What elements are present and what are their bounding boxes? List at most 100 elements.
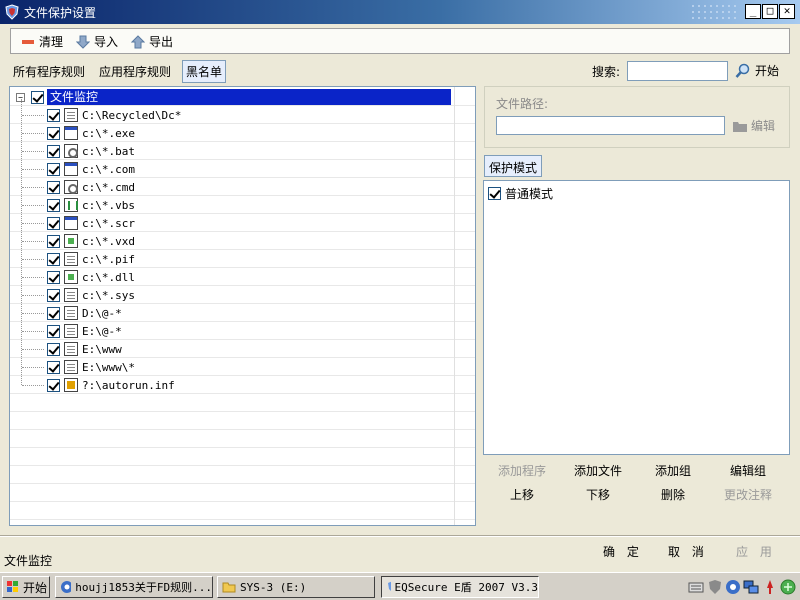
tree-item-label: E:\www bbox=[82, 342, 122, 356]
tab-all-program-rules[interactable]: 所有程序规则 bbox=[10, 61, 88, 82]
tree-item-checkbox[interactable] bbox=[47, 360, 60, 374]
tree-item-checkbox[interactable] bbox=[47, 108, 60, 122]
grid-line bbox=[10, 501, 475, 502]
start-button[interactable]: 开始 bbox=[2, 576, 50, 598]
tree-item[interactable]: E:\www\* bbox=[10, 358, 454, 376]
keyboard-icon[interactable] bbox=[688, 579, 704, 595]
status-globe-icon[interactable] bbox=[780, 579, 796, 595]
tree-connector-branch bbox=[22, 241, 44, 242]
green-file-icon bbox=[64, 270, 78, 284]
tree-item-checkbox[interactable] bbox=[47, 270, 60, 284]
tree-item-checkbox[interactable] bbox=[47, 180, 60, 194]
tree-connector-branch bbox=[22, 115, 44, 116]
browser-icon bbox=[61, 581, 72, 593]
task-explorer[interactable]: SYS-3 (E:) bbox=[217, 576, 375, 598]
tree-connector-branch bbox=[22, 313, 44, 314]
edit-path-button[interactable]: 编辑 bbox=[732, 117, 775, 134]
tab-blacklist[interactable]: 黑名单 bbox=[182, 59, 227, 83]
messenger-icon[interactable] bbox=[725, 579, 741, 595]
tree-item[interactable]: E:\www bbox=[10, 340, 454, 358]
doc-file-icon bbox=[64, 342, 78, 356]
tree-item-checkbox[interactable] bbox=[47, 162, 60, 176]
grid-line bbox=[10, 429, 475, 430]
export-button[interactable]: 导出 bbox=[131, 33, 173, 50]
tree-item-checkbox[interactable] bbox=[47, 306, 60, 320]
tree-connector-branch bbox=[22, 385, 44, 386]
title-bar: 文件保护设置 _ □ ✕ bbox=[0, 0, 800, 24]
window-title: 文件保护设置 bbox=[24, 6, 97, 20]
start-label: 开始 bbox=[23, 580, 48, 595]
search-start-button[interactable]: 开始 bbox=[735, 62, 779, 79]
move-down-button[interactable]: 下移 bbox=[563, 486, 633, 503]
tree-item[interactable]: c:\*.com bbox=[10, 160, 454, 178]
tree-item[interactable]: c:\*.dll bbox=[10, 268, 454, 286]
tree-item-checkbox[interactable] bbox=[47, 198, 60, 212]
tree-item-label: c:\*.bat bbox=[82, 144, 135, 158]
mode-normal-checkbox[interactable] bbox=[488, 187, 501, 200]
task-forum[interactable]: houjj1853关于FD规则... bbox=[55, 576, 213, 598]
file-path-input[interactable] bbox=[496, 116, 725, 135]
doc-file-icon bbox=[64, 288, 78, 302]
change-note-button[interactable]: 更改注释 bbox=[713, 486, 783, 503]
tree-item-checkbox[interactable] bbox=[47, 216, 60, 230]
clean-button[interactable]: 清理 bbox=[21, 33, 63, 50]
tree-item[interactable]: c:\*.bat bbox=[10, 142, 454, 160]
tree-item[interactable]: D:\@-* bbox=[10, 304, 454, 322]
tree-item[interactable]: C:\Recycled\Dc* bbox=[10, 106, 454, 124]
search-input[interactable] bbox=[627, 61, 728, 81]
tree-item-checkbox[interactable] bbox=[47, 324, 60, 338]
tree-root-row[interactable]: − 文件监控 bbox=[10, 88, 454, 106]
tab-application-rules[interactable]: 应用程序规则 bbox=[96, 61, 174, 82]
tree-item[interactable]: c:\*.pif bbox=[10, 250, 454, 268]
tree-item[interactable]: c:\*.scr bbox=[10, 214, 454, 232]
tree-item-checkbox[interactable] bbox=[47, 126, 60, 140]
cancel-button[interactable]: 取 消 bbox=[668, 543, 708, 560]
apply-button[interactable]: 应 用 bbox=[736, 543, 776, 560]
close-button[interactable]: ✕ bbox=[779, 4, 795, 19]
shield-tray-icon[interactable] bbox=[707, 579, 723, 595]
tree-item[interactable]: c:\*.sys bbox=[10, 286, 454, 304]
task-eqsecure[interactable]: EQSecure E盾 2007 V3.3 bbox=[381, 576, 539, 598]
taskbar: 开始 houjj1853关于FD规则... SYS-3 (E:) EQSecur… bbox=[0, 572, 800, 600]
edit-group-button[interactable]: 编辑组 bbox=[713, 462, 783, 479]
tree-item[interactable]: c:\*.vbs bbox=[10, 196, 454, 214]
separator bbox=[0, 535, 800, 537]
mode-normal-label: 普通模式 bbox=[505, 187, 554, 201]
tree-connector-branch bbox=[22, 151, 44, 152]
minus-icon bbox=[22, 39, 34, 44]
arrow-down-icon bbox=[76, 35, 90, 49]
tree-root-checkbox[interactable] bbox=[31, 90, 44, 104]
import-button[interactable]: 导入 bbox=[76, 33, 118, 50]
delete-button[interactable]: 删除 bbox=[638, 486, 708, 503]
tree-connector-branch bbox=[22, 349, 44, 350]
tree-item[interactable]: E:\@-* bbox=[10, 322, 454, 340]
tree-item[interactable]: ?:\autorun.inf bbox=[10, 376, 454, 394]
tree-item-checkbox[interactable] bbox=[47, 234, 60, 248]
tree-item-checkbox[interactable] bbox=[47, 144, 60, 158]
minimize-button[interactable]: _ bbox=[745, 4, 761, 19]
tree-item-checkbox[interactable] bbox=[47, 342, 60, 356]
tree-item[interactable]: c:\*.vxd bbox=[10, 232, 454, 250]
mode-item-normal[interactable]: 普通模式 bbox=[488, 185, 553, 202]
maximize-button[interactable]: □ bbox=[762, 4, 778, 19]
tree-item-label: c:\*.sys bbox=[82, 288, 135, 302]
tree-item-checkbox[interactable] bbox=[47, 252, 60, 266]
tab-protection-mode[interactable]: 保护模式 bbox=[484, 155, 543, 177]
rule-tree[interactable]: − 文件监控 C:\Recycled\Dc* c:\*.exe c:\*.bat c:… bbox=[9, 86, 476, 526]
tree-item-label: c:\*.vbs bbox=[82, 198, 135, 212]
tree-item[interactable]: c:\*.exe bbox=[10, 124, 454, 142]
add-file-button[interactable]: 添加文件 bbox=[563, 462, 633, 479]
alert-icon[interactable] bbox=[762, 579, 778, 595]
ok-button[interactable]: 确 定 bbox=[603, 543, 643, 560]
add-group-button[interactable]: 添加组 bbox=[638, 462, 708, 479]
add-program-button[interactable]: 添加程序 bbox=[487, 462, 557, 479]
tree-item[interactable]: c:\*.cmd bbox=[10, 178, 454, 196]
doc-file-icon bbox=[64, 360, 78, 374]
network-icon[interactable] bbox=[743, 579, 759, 595]
tree-connector-branch bbox=[22, 169, 44, 170]
tree-item-checkbox[interactable] bbox=[47, 378, 60, 392]
file-path-label: 文件路径: bbox=[496, 97, 549, 111]
tree-item-checkbox[interactable] bbox=[47, 288, 60, 302]
search-label: 搜索: bbox=[592, 65, 621, 79]
move-up-button[interactable]: 上移 bbox=[487, 486, 557, 503]
